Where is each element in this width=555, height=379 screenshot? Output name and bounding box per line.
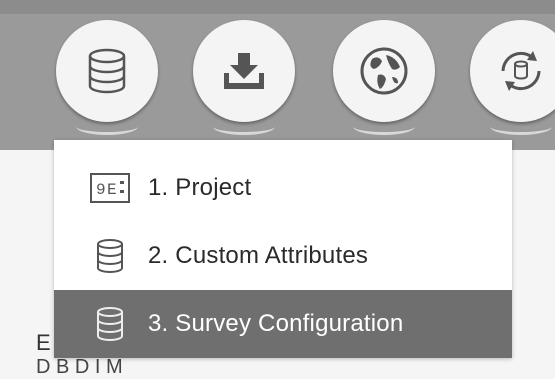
svg-text:9: 9 (96, 181, 106, 199)
dropdown-menu: 9 E 1. Project 2. Custom Attributes 3. S… (54, 140, 512, 358)
database-icon (90, 236, 130, 276)
menu-item-survey-configuration[interactable]: 3. Survey Configuration (54, 290, 512, 358)
project-icon: 9 E (90, 168, 130, 208)
sync-icon (501, 51, 541, 91)
database-icon (90, 304, 130, 344)
background-text: D B D I M (36, 356, 123, 378)
menu-item-label: 3. Survey Configuration (148, 310, 404, 337)
download-icon (224, 53, 264, 89)
download-button[interactable] (193, 20, 295, 122)
svg-text:E: E (107, 181, 117, 199)
menu-item-label: 2. Custom Attributes (148, 242, 369, 269)
menu-item-label: 1. Project (148, 174, 252, 201)
globe-icon (360, 47, 408, 95)
menu-item-custom-attributes[interactable]: 2. Custom Attributes (54, 222, 512, 290)
globe-button[interactable] (333, 20, 435, 122)
menu-item-project[interactable]: 9 E 1. Project (54, 154, 512, 222)
database-button[interactable] (56, 20, 158, 122)
background-text: E (36, 330, 51, 355)
database-icon (88, 48, 126, 94)
